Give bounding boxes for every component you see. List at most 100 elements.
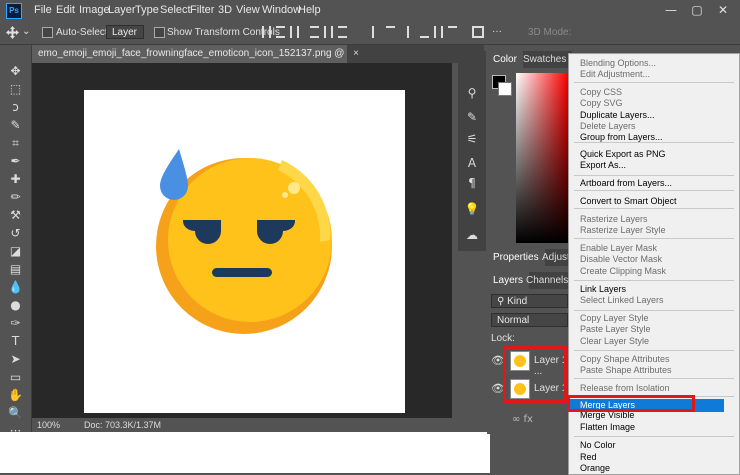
menu-item[interactable]: Release from Isolation bbox=[580, 383, 670, 393]
brushes-panel-icon[interactable]: ⚟ bbox=[464, 131, 480, 147]
distribute-left-icon[interactable] bbox=[420, 26, 429, 38]
menu-item[interactable]: Convert to Smart Object bbox=[580, 196, 677, 206]
menu-item[interactable]: Enable Layer Mask bbox=[580, 243, 657, 253]
menu-item[interactable]: Group from Layers... bbox=[580, 132, 663, 142]
menu-item[interactable]: Quick Export as PNG bbox=[580, 149, 666, 159]
menu-help[interactable]: Help bbox=[298, 4, 321, 16]
menu-item[interactable]: Rasterize Layer Style bbox=[580, 225, 666, 235]
show-transform-checkbox[interactable] bbox=[154, 27, 165, 38]
tab-swatches[interactable]: Swatches bbox=[517, 51, 572, 68]
rectangle-tool-icon[interactable]: ▭ bbox=[7, 369, 24, 386]
menu-image[interactable]: Image bbox=[79, 4, 110, 16]
align-top-icon[interactable] bbox=[262, 26, 271, 38]
paragraph-panel-icon[interactable]: ¶ bbox=[464, 175, 480, 191]
lasso-tool-icon[interactable]: ↄ bbox=[7, 99, 24, 116]
learn-panel-icon[interactable]: 💡 bbox=[464, 201, 480, 217]
blur-tool-icon[interactable]: 💧 bbox=[7, 279, 24, 296]
align-left-icon[interactable] bbox=[310, 26, 319, 38]
menu-item[interactable]: Disable Vector Mask bbox=[580, 254, 662, 264]
menu-item[interactable]: Clear Layer Style bbox=[580, 336, 649, 346]
more-options-icon[interactable]: ··· bbox=[492, 26, 502, 37]
align-hcenter-icon[interactable] bbox=[324, 26, 333, 38]
character-panel-icon[interactable]: A bbox=[464, 155, 480, 171]
move-tool-icon[interactable]: ✥ bbox=[7, 63, 24, 80]
history-brush-icon[interactable]: ↺ bbox=[7, 225, 24, 242]
align-vcenter-icon[interactable] bbox=[276, 26, 285, 38]
document-canvas[interactable] bbox=[84, 90, 405, 413]
distribute-bottom-icon[interactable] bbox=[400, 26, 409, 38]
path-select-icon[interactable]: ➤ bbox=[7, 351, 24, 368]
distribute-right-icon[interactable] bbox=[448, 26, 457, 38]
distribute-hcenter-icon[interactable] bbox=[434, 26, 443, 38]
menu-item[interactable]: Create Clipping Mask bbox=[580, 266, 666, 276]
blend-mode-dropdown[interactable]: Normal bbox=[491, 313, 568, 327]
auto-align-icon[interactable] bbox=[472, 26, 484, 38]
menu-layer[interactable]: Layer bbox=[108, 4, 136, 16]
layer-filter-dropdown[interactable]: ⚲ Kind bbox=[491, 294, 568, 308]
menu-type[interactable]: Type bbox=[135, 4, 159, 16]
menu-item[interactable]: Delete Layers bbox=[580, 121, 636, 131]
color-picker-field[interactable] bbox=[516, 73, 568, 243]
menu-item[interactable]: Blending Options... bbox=[580, 58, 656, 68]
menu-window[interactable]: Window bbox=[262, 4, 301, 16]
maximize-button[interactable]: ▢ bbox=[684, 2, 710, 19]
menu-item[interactable]: Link Layers bbox=[580, 284, 626, 294]
document-tab[interactable]: emo_emoji_emoji_face_frowningface_emotic… bbox=[32, 45, 359, 77]
menu-item[interactable]: Orange bbox=[580, 463, 610, 473]
libraries-panel-icon[interactable]: ☁ bbox=[464, 227, 480, 243]
menu-3d[interactable]: 3D bbox=[218, 4, 232, 16]
close-button[interactable]: ✕ bbox=[710, 2, 736, 19]
menu-item[interactable]: Paste Shape Attributes bbox=[580, 365, 672, 375]
menu-item[interactable]: Rasterize Layers bbox=[580, 214, 648, 224]
tab-channels[interactable]: Channels bbox=[520, 272, 574, 289]
chevron-down-icon[interactable]: ⌄ bbox=[22, 26, 30, 37]
minimize-button[interactable]: — bbox=[658, 2, 684, 19]
pen-tool-icon[interactable]: ✑ bbox=[7, 315, 24, 332]
menu-select[interactable]: Select bbox=[160, 4, 191, 16]
history-panel-icon[interactable]: ⚲ bbox=[464, 85, 480, 101]
menu-file[interactable]: File bbox=[34, 4, 52, 16]
auto-select-dropdown[interactable]: Layer bbox=[106, 25, 144, 39]
dodge-tool-icon[interactable]: ● bbox=[7, 297, 24, 314]
background-color-chip[interactable] bbox=[498, 82, 512, 96]
menu-item[interactable]: No Color bbox=[580, 440, 616, 450]
clone-stamp-icon[interactable]: ⚒ bbox=[7, 207, 24, 224]
close-tab-icon[interactable]: × bbox=[353, 45, 359, 63]
menu-item[interactable]: Edit Adjustment... bbox=[580, 69, 650, 79]
eyedropper-tool-icon[interactable]: ✒ bbox=[7, 153, 24, 170]
eraser-tool-icon[interactable]: ◪ bbox=[7, 243, 24, 260]
zoom-level[interactable]: 100% bbox=[37, 418, 60, 432]
menu-item[interactable]: Flatten Image bbox=[580, 422, 635, 432]
brush-tool-icon[interactable]: ✏ bbox=[7, 189, 24, 206]
menu-item[interactable]: Artboard from Layers... bbox=[580, 178, 672, 188]
marquee-tool-icon[interactable]: ⬚ bbox=[7, 81, 24, 98]
gradient-tool-icon[interactable]: ▤ bbox=[7, 261, 24, 278]
hand-tool-icon[interactable]: ✋ bbox=[7, 387, 24, 404]
menu-item[interactable]: Select Linked Layers bbox=[580, 295, 664, 305]
zoom-tool-icon[interactable]: 🔍 bbox=[7, 405, 24, 422]
menu-item[interactable]: Red bbox=[580, 452, 597, 462]
menu-item[interactable]: Copy Shape Attributes bbox=[580, 354, 670, 364]
menu-item[interactable]: Export As... bbox=[580, 160, 626, 170]
menu-item[interactable]: Copy Layer Style bbox=[580, 313, 649, 323]
distribute-vcenter-icon[interactable] bbox=[386, 26, 395, 38]
align-right-icon[interactable] bbox=[338, 26, 347, 38]
menu-item[interactable]: Paste Layer Style bbox=[580, 324, 651, 334]
menu-item[interactable]: Duplicate Layers... bbox=[580, 110, 655, 120]
move-tool-icon[interactable] bbox=[5, 25, 20, 40]
menu-filter[interactable]: Filter bbox=[190, 4, 214, 16]
quick-select-tool-icon[interactable]: ✎ bbox=[7, 117, 24, 134]
align-bottom-icon[interactable] bbox=[290, 26, 299, 38]
link-layers-icon[interactable]: ∞ bbox=[512, 414, 520, 425]
menu-item[interactable]: Copy SVG bbox=[580, 98, 623, 108]
crop-tool-icon[interactable]: ⌗ bbox=[7, 135, 24, 152]
menu-view[interactable]: View bbox=[236, 4, 260, 16]
brush-settings-icon[interactable]: ✎ bbox=[464, 109, 480, 125]
healing-brush-icon[interactable]: ✚ bbox=[7, 171, 24, 188]
auto-select-checkbox[interactable] bbox=[42, 27, 53, 38]
menu-item[interactable]: Copy CSS bbox=[580, 87, 622, 97]
layer-style-icon[interactable]: fx bbox=[524, 414, 533, 425]
menu-edit[interactable]: Edit bbox=[56, 4, 75, 16]
type-tool-icon[interactable]: T bbox=[7, 333, 24, 350]
distribute-top-icon[interactable] bbox=[372, 26, 381, 38]
